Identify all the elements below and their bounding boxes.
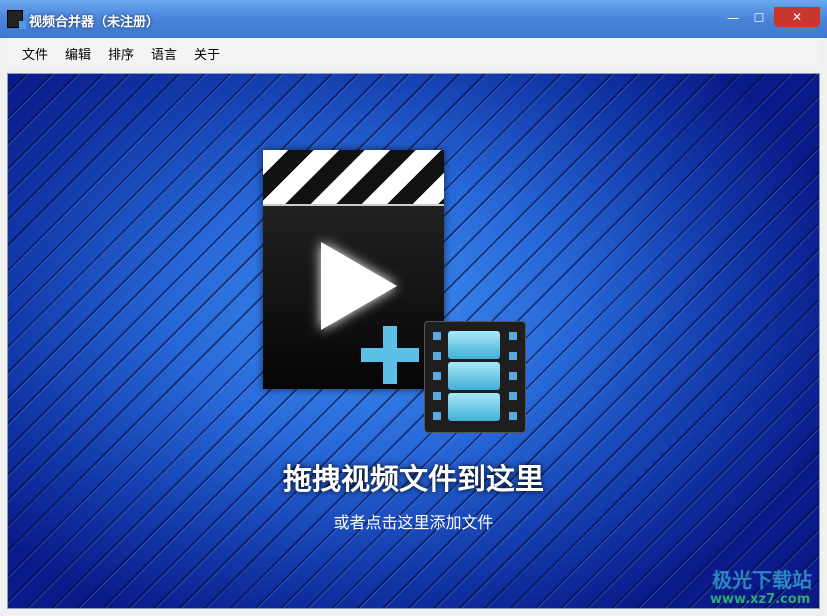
maximize-button[interactable]: ☐ xyxy=(746,8,772,28)
app-icon xyxy=(7,10,26,29)
window-title: 视频合并器（未注册） xyxy=(29,15,160,30)
menu-file[interactable]: 文件 xyxy=(22,44,48,63)
film-strip-icon xyxy=(424,321,526,433)
menu-edit[interactable]: 编辑 xyxy=(65,44,91,63)
click-add-files-text[interactable]: 或者点击这里添加文件 xyxy=(8,509,819,533)
watermark-url: www.xz7.com xyxy=(710,592,811,607)
close-button[interactable]: ✕ xyxy=(774,7,820,27)
drag-files-text: 拖拽视频文件到这里 xyxy=(282,462,544,496)
drop-zone[interactable]: 拖拽视频文件到这里 或者点击这里添加文件 xyxy=(7,73,820,609)
play-icon xyxy=(321,242,397,330)
title-bar: 视频合并器（未注册） — ☐ ✕ xyxy=(0,0,827,38)
watermark-name: 极光下载站 xyxy=(712,568,812,592)
menu-sort[interactable]: 排序 xyxy=(108,44,134,63)
clapper-stripes xyxy=(263,150,444,206)
menu-bar: 文件 编辑 排序 语言 关于 xyxy=(8,38,819,66)
plus-icon xyxy=(361,326,419,384)
menu-about[interactable]: 关于 xyxy=(194,44,220,63)
minimize-button[interactable]: — xyxy=(720,8,746,28)
menu-language[interactable]: 语言 xyxy=(151,44,177,63)
